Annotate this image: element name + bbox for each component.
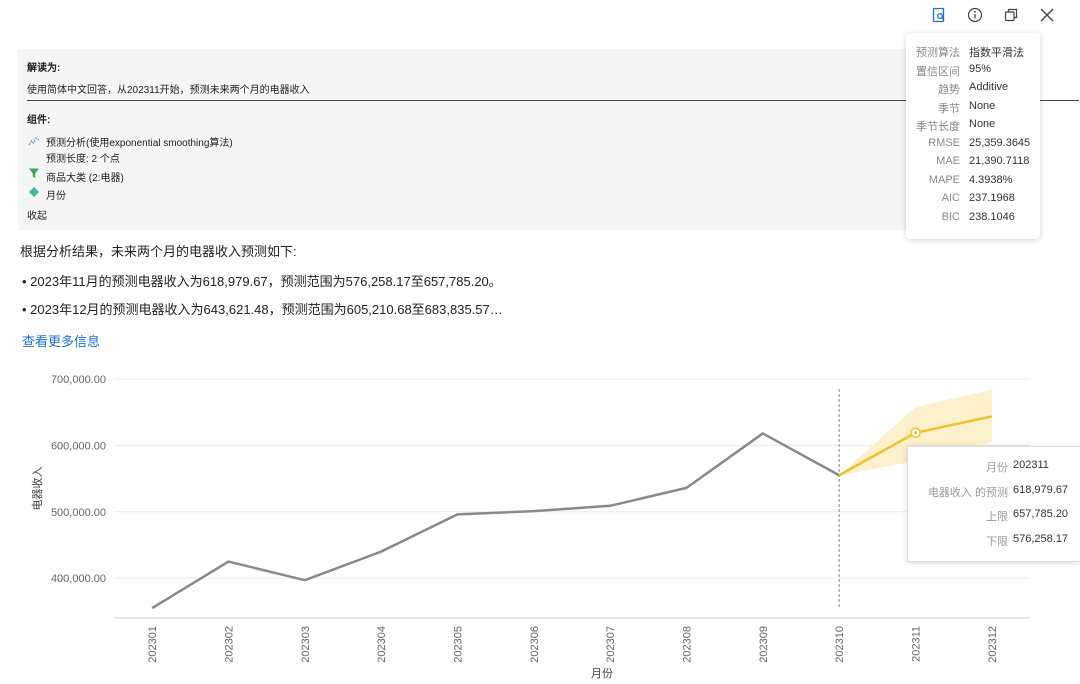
x-tick-label: 202302 xyxy=(224,626,236,663)
forecast-line-icon xyxy=(28,137,40,146)
tooltip-value: 618,979.67 xyxy=(1013,483,1069,496)
forecast-stats-card: 预测算法 指数平滑法 置信区间 95% 趋势 Additive 季节 None 季节长度 None… xyxy=(906,33,1040,239)
x-tick-label: 202311 xyxy=(911,626,923,662)
interpretation-panel: 解读为: 使用简体中文回答，从202311开始，预测未来两个月的电器收入 组件:… xyxy=(18,49,1079,230)
x-tick-label: 202310 xyxy=(834,626,846,663)
stat-row: 趋势 Additive xyxy=(906,81,1040,99)
x-tick-label: 202309 xyxy=(758,626,770,663)
stat-value: 21,390.7118 xyxy=(969,155,1030,167)
x-tick-label: 202306 xyxy=(529,626,541,663)
y-tick-label: 700,000.00 xyxy=(51,374,106,386)
x-tick-label: 202304 xyxy=(376,626,388,663)
stat-key: 趋势 xyxy=(938,84,960,96)
x-tick-label: 202308 xyxy=(682,626,694,663)
toolbar xyxy=(928,4,1058,26)
tooltip-row: 电器收入 的预测 618,979.67 xyxy=(908,484,1080,502)
stat-value: None xyxy=(969,118,996,130)
summary-intro: 根据分析结果，未来两个月的电器收入预测如下: xyxy=(20,244,297,259)
bullet-text: 2023年12月的预测电器收入为643,621.48，预测范围为605,210.… xyxy=(30,302,503,317)
tooltip-key: 下限 xyxy=(986,535,1008,548)
stat-row: RMSE 25,359.3645 xyxy=(906,137,1040,155)
x-tick-label: 202307 xyxy=(605,626,617,663)
summary-bullet: • 2023年12月的预测电器收入为643,621.48，预测范围为605,21… xyxy=(22,302,503,317)
y-tick-label: 600,000.00 xyxy=(51,440,106,452)
tooltip-row: 月份 202311 xyxy=(908,459,1080,477)
stat-value: 238.1046 xyxy=(969,210,1015,223)
x-tick-label: 202312 xyxy=(987,626,999,663)
stat-key: RMSE xyxy=(928,136,960,149)
summary-bullet: • 2023年11月的预测电器收入为618,979.67，预测范围为576,25… xyxy=(22,274,502,289)
copy-icon[interactable] xyxy=(1000,4,1022,26)
dimension-icon xyxy=(29,187,39,197)
stat-row: 预测算法 指数平滑法 xyxy=(906,44,1040,62)
components-title: 组件: xyxy=(27,115,51,126)
stat-row: MAPE 4.3938% xyxy=(906,174,1040,192)
stat-row: 季节 None xyxy=(906,100,1040,118)
tooltip-row: 下限 576,258.17 xyxy=(908,533,1080,551)
chart-tooltip: 月份 202311 电器收入 的预测 618,979.67 上限 657,785.20 下限… xyxy=(907,446,1080,562)
tooltip-value: 657,785.20 xyxy=(1013,508,1069,520)
tooltip-key: 电器收入 的预测 xyxy=(927,486,1008,499)
stat-value: 指数平滑法 xyxy=(969,47,1024,59)
tooltip-row: 上限 657,785.20 xyxy=(908,508,1080,526)
stat-value: None xyxy=(969,99,996,112)
component-dimension-label: 月份 xyxy=(46,191,66,202)
y-tick-label: 500,000.00 xyxy=(51,507,106,519)
y-tick-label: 400,000.00 xyxy=(51,573,106,585)
component-filter-label: 商品大类 (2:电器) xyxy=(46,173,124,184)
stat-row: 季节长度 None xyxy=(906,118,1040,136)
stat-value: 237.1968 xyxy=(969,192,1015,204)
filter-icon xyxy=(29,168,39,178)
report-icon[interactable] xyxy=(928,4,950,26)
tooltip-key: 月份 xyxy=(986,462,1008,474)
collapse-link[interactable]: 收起 xyxy=(27,207,47,222)
stat-value: 25,359.3645 xyxy=(969,136,1031,149)
stat-key: 季节 xyxy=(938,102,960,115)
stat-key: 季节长度 xyxy=(916,121,960,133)
stat-row: BIC 238.1046 xyxy=(906,211,1040,229)
stat-key: 预测算法 xyxy=(916,47,960,59)
stat-value: 4.3938% xyxy=(969,173,1013,186)
more-info-link[interactable]: 查看更多信息 xyxy=(22,331,100,350)
tooltip-key: 上限 xyxy=(986,511,1008,523)
stat-row: MAE 21,390.7118 xyxy=(906,155,1040,173)
stat-value: Additive xyxy=(969,81,1009,93)
component-forecast-label: 预测分析(使用exponential smoothing算法) xyxy=(46,138,233,149)
close-icon[interactable] xyxy=(1036,4,1058,26)
stat-key: BIC xyxy=(941,210,960,223)
info-icon[interactable] xyxy=(964,4,986,26)
hover-point-center xyxy=(913,431,918,435)
stat-value: 95% xyxy=(969,62,992,75)
stat-key: MAE xyxy=(936,155,960,167)
stat-row: 置信区间 95% xyxy=(906,63,1040,81)
stat-key: 置信区间 xyxy=(916,65,960,78)
x-axis-title: 月份 xyxy=(591,667,613,680)
y-axis-title: 电器收入 xyxy=(30,467,44,511)
tooltip-value: 576,258.17 xyxy=(1013,532,1069,545)
interpretation-question: 使用简体中文回答，从202311开始，预测未来两个月的电器收入 xyxy=(27,85,310,96)
actual-series-line xyxy=(151,432,840,610)
stat-key: AIC xyxy=(941,192,960,204)
x-tick-label: 202303 xyxy=(300,626,312,663)
stat-row: AIC 237.1968 xyxy=(906,192,1040,210)
stat-key: MAPE xyxy=(928,173,960,186)
x-tick-label: 202305 xyxy=(453,626,465,663)
tooltip-value: 202311 xyxy=(1013,459,1049,471)
component-forecast-detail: 预测长度: 2 个点 xyxy=(46,154,120,165)
x-tick-label: 202301 xyxy=(147,626,159,663)
bullet-text: 2023年11月的预测电器收入为618,979.67，预测范围为576,258.… xyxy=(30,274,502,289)
interpretation-title: 解读为: xyxy=(27,63,61,74)
